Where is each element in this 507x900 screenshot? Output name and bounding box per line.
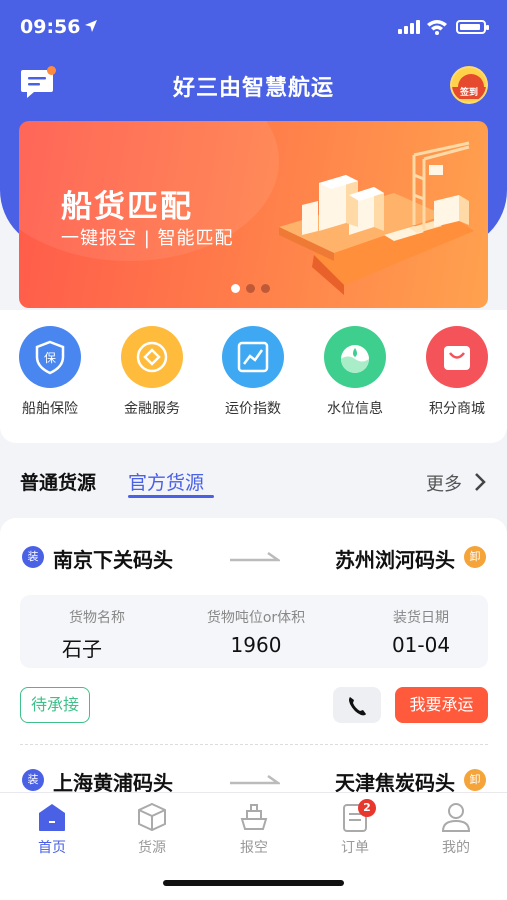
unload-badge: 卸 bbox=[464, 769, 486, 791]
tab-orders[interactable]: 2 订单 bbox=[320, 799, 390, 857]
cargo-box-icon bbox=[138, 802, 166, 832]
field-label: 货物名称 bbox=[69, 610, 125, 626]
status-badge: 待承接 bbox=[20, 687, 90, 723]
cargo-tabs: 普通货源 官方货源 更多 bbox=[0, 452, 507, 512]
home-icon bbox=[39, 804, 65, 831]
banner-dot[interactable] bbox=[261, 284, 270, 293]
field-value: 01-04 bbox=[391, 633, 451, 657]
order-count-badge: 2 bbox=[358, 799, 376, 817]
service-item-freight-index[interactable]: 运价指数 bbox=[208, 326, 298, 418]
tab-normal-cargo[interactable]: 普通货源 bbox=[20, 468, 96, 495]
promo-banner[interactable]: 船货匹配 一键报空 | 智能匹配 bbox=[19, 121, 488, 308]
shield-glyph: 保 bbox=[44, 351, 56, 365]
load-badge: 装 bbox=[22, 769, 44, 791]
status-bar: 09:56 bbox=[0, 0, 507, 56]
cargo-list: 装 南京下关码头 苏州浏河码头 卸 货物名称 石子 货物吨位or体积 1960 … bbox=[0, 518, 507, 798]
chart-icon bbox=[222, 326, 284, 388]
service-label: 船舶保险 bbox=[22, 401, 78, 417]
service-item-finance[interactable]: 金融服务 bbox=[107, 326, 197, 418]
item-divider bbox=[20, 744, 488, 745]
tab-label: 报空 bbox=[240, 840, 268, 856]
cargo-field: 货物吨位or体积 1960 bbox=[188, 607, 324, 657]
tab-active-underline bbox=[128, 495, 214, 498]
service-item-points-mall[interactable]: 积分商城 bbox=[412, 326, 502, 418]
load-badge: 装 bbox=[22, 546, 44, 568]
shopping-bag-icon bbox=[426, 326, 488, 388]
service-item-water-level[interactable]: 水位信息 bbox=[310, 326, 400, 418]
more-link[interactable]: 更多 bbox=[426, 470, 462, 496]
status-time: 09:56 bbox=[20, 16, 81, 38]
banner-subtitle: 一键报空 | 智能匹配 bbox=[61, 228, 234, 249]
field-label: 装货日期 bbox=[393, 610, 449, 626]
wifi-icon bbox=[427, 20, 447, 35]
finance-icon bbox=[121, 326, 183, 388]
cargo-route[interactable]: 装 南京下关码头 苏州浏河码头 卸 bbox=[0, 537, 507, 577]
banner-title: 船货匹配 bbox=[61, 189, 193, 225]
ship-icon bbox=[240, 804, 268, 830]
water-drop-icon bbox=[324, 326, 386, 388]
tab-home[interactable]: 首页 bbox=[17, 801, 87, 857]
checkin-button[interactable]: 签到 bbox=[450, 66, 488, 104]
call-button[interactable] bbox=[333, 687, 381, 723]
unload-badge: 卸 bbox=[464, 546, 486, 568]
service-label: 水位信息 bbox=[327, 401, 383, 417]
service-label: 运价指数 bbox=[225, 401, 281, 417]
cargo-details: 货物名称 石子 货物吨位or体积 1960 装货日期 01-04 bbox=[20, 595, 488, 668]
tab-label: 首页 bbox=[38, 840, 66, 856]
route-arrow-icon bbox=[230, 774, 280, 785]
home-indicator[interactable] bbox=[163, 880, 344, 886]
cellular-signal-icon bbox=[398, 20, 420, 34]
service-label: 金融服务 bbox=[124, 401, 180, 417]
tab-label: 订单 bbox=[341, 840, 369, 856]
checkin-label: 签到 bbox=[452, 87, 486, 99]
tab-profile[interactable]: 我的 bbox=[421, 801, 491, 857]
service-item-insurance[interactable]: 保 船舶保险 bbox=[5, 326, 95, 418]
user-icon bbox=[441, 803, 471, 832]
tab-report-empty[interactable]: 报空 bbox=[219, 801, 289, 857]
accept-cargo-button[interactable]: 我要承运 bbox=[395, 687, 488, 723]
route-arrow-icon bbox=[230, 551, 280, 562]
field-value: 石子 bbox=[62, 637, 102, 661]
port-illustration bbox=[279, 141, 474, 295]
field-label: 货物吨位or体积 bbox=[206, 610, 306, 626]
origin-port: 南京下关码头 bbox=[53, 548, 173, 572]
page-title: 好三由智慧航运 bbox=[172, 76, 334, 101]
tab-official-cargo[interactable]: 官方货源 bbox=[128, 468, 204, 495]
field-value: 1960 bbox=[230, 633, 282, 657]
cargo-field: 装货日期 01-04 bbox=[376, 607, 466, 657]
location-arrow-icon bbox=[85, 20, 97, 32]
phone-icon bbox=[349, 697, 366, 716]
banner-pagination bbox=[231, 284, 270, 293]
service-grid: 保 船舶保险 金融服务 运价指数 水位信息 积分商城 bbox=[0, 310, 507, 443]
tab-label: 我的 bbox=[442, 840, 470, 856]
service-label: 积分商城 bbox=[429, 401, 485, 417]
destination-port: 苏州浏河码头 bbox=[335, 548, 455, 572]
tab-label: 货源 bbox=[138, 840, 166, 856]
cargo-field: 货物名称 石子 bbox=[42, 607, 152, 662]
battery-icon bbox=[456, 20, 489, 34]
shield-icon: 保 bbox=[19, 326, 81, 388]
tab-cargo[interactable]: 货源 bbox=[117, 801, 187, 857]
chevron-right-icon[interactable] bbox=[474, 472, 486, 492]
banner-dot[interactable] bbox=[231, 284, 240, 293]
checkin-icon bbox=[458, 74, 484, 88]
top-nav: 好三由智慧航运 签到 bbox=[0, 60, 507, 108]
banner-dot[interactable] bbox=[246, 284, 255, 293]
